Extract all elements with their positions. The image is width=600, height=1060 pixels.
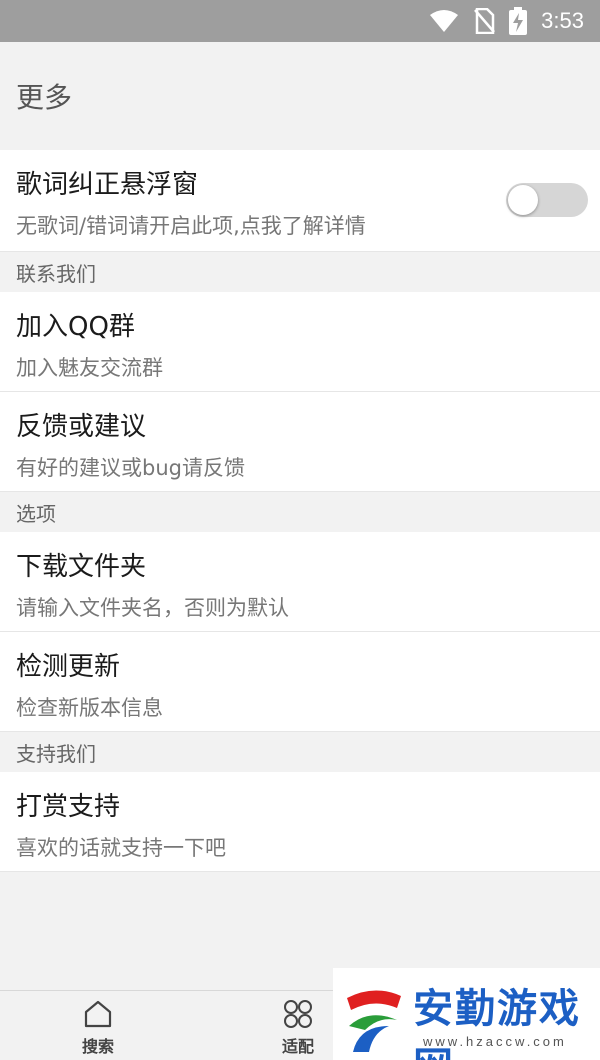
wifi-icon [430,10,459,32]
feedback-title: 反馈或建议 [16,412,147,442]
nav-search[interactable]: 搜索 [58,999,138,1057]
nav-adapt-label: 适配 [281,1037,314,1056]
feedback-subtitle: 有好的建议或bug请反馈 [16,456,245,480]
download-folder-title: 下载文件夹 [16,552,147,582]
grid-circles-icon [284,1000,312,1028]
nav-adapt[interactable]: 适配 [258,999,338,1057]
qq-group-subtitle: 加入魅友交流群 [16,356,163,380]
lyrics-float-toggle[interactable] [506,183,588,217]
no-sim-icon [474,8,496,34]
lyrics-float-setting[interactable]: 歌词纠正悬浮窗 无歌词/错词请开启此项,点我了解详情 [0,150,600,252]
settings-list: 歌词纠正悬浮窗 无歌词/错词请开启此项,点我了解详情 联系我们 加入QQ群 加入… [0,150,600,872]
feedback-setting[interactable]: 反馈或建议 有好的建议或bug请反馈 [0,392,600,492]
lyrics-float-title: 歌词纠正悬浮窗 [16,170,199,200]
donate-subtitle: 喜欢的话就支持一下吧 [16,836,226,860]
nav-search-label: 搜索 [81,1037,114,1056]
check-update-title: 检测更新 [16,652,121,682]
toggle-knob [508,185,538,215]
download-folder-subtitle: 请输入文件夹名，否则为默认 [16,596,289,620]
section-header-support: 支持我们 [0,732,600,772]
site-watermark: 安勤游戏网 www.hzaccw.com [333,968,600,1060]
status-bar: 3:53 [0,0,600,42]
page-title: 更多 [0,42,600,150]
home-icon [84,1000,112,1028]
check-update-subtitle: 检查新版本信息 [16,696,163,720]
download-folder-setting[interactable]: 下载文件夹 请输入文件夹名，否则为默认 [0,532,600,632]
check-update-setting[interactable]: 检测更新 检查新版本信息 [0,632,600,732]
section-header-contact: 联系我们 [0,252,600,292]
watermark-url: www.hzaccw.com [423,1034,567,1049]
status-time: 3:53 [541,8,584,33]
lyrics-float-subtitle: 无歌词/错词请开启此项,点我了解详情 [16,214,366,238]
battery-charging-icon [509,7,528,35]
section-header-options: 选项 [0,492,600,532]
watermark-logo-icon [347,990,401,1052]
donate-setting[interactable]: 打赏支持 喜欢的话就支持一下吧 [0,772,600,872]
qq-group-setting[interactable]: 加入QQ群 加入魅友交流群 [0,292,600,392]
qq-group-title: 加入QQ群 [16,312,135,342]
donate-title: 打赏支持 [16,792,121,822]
